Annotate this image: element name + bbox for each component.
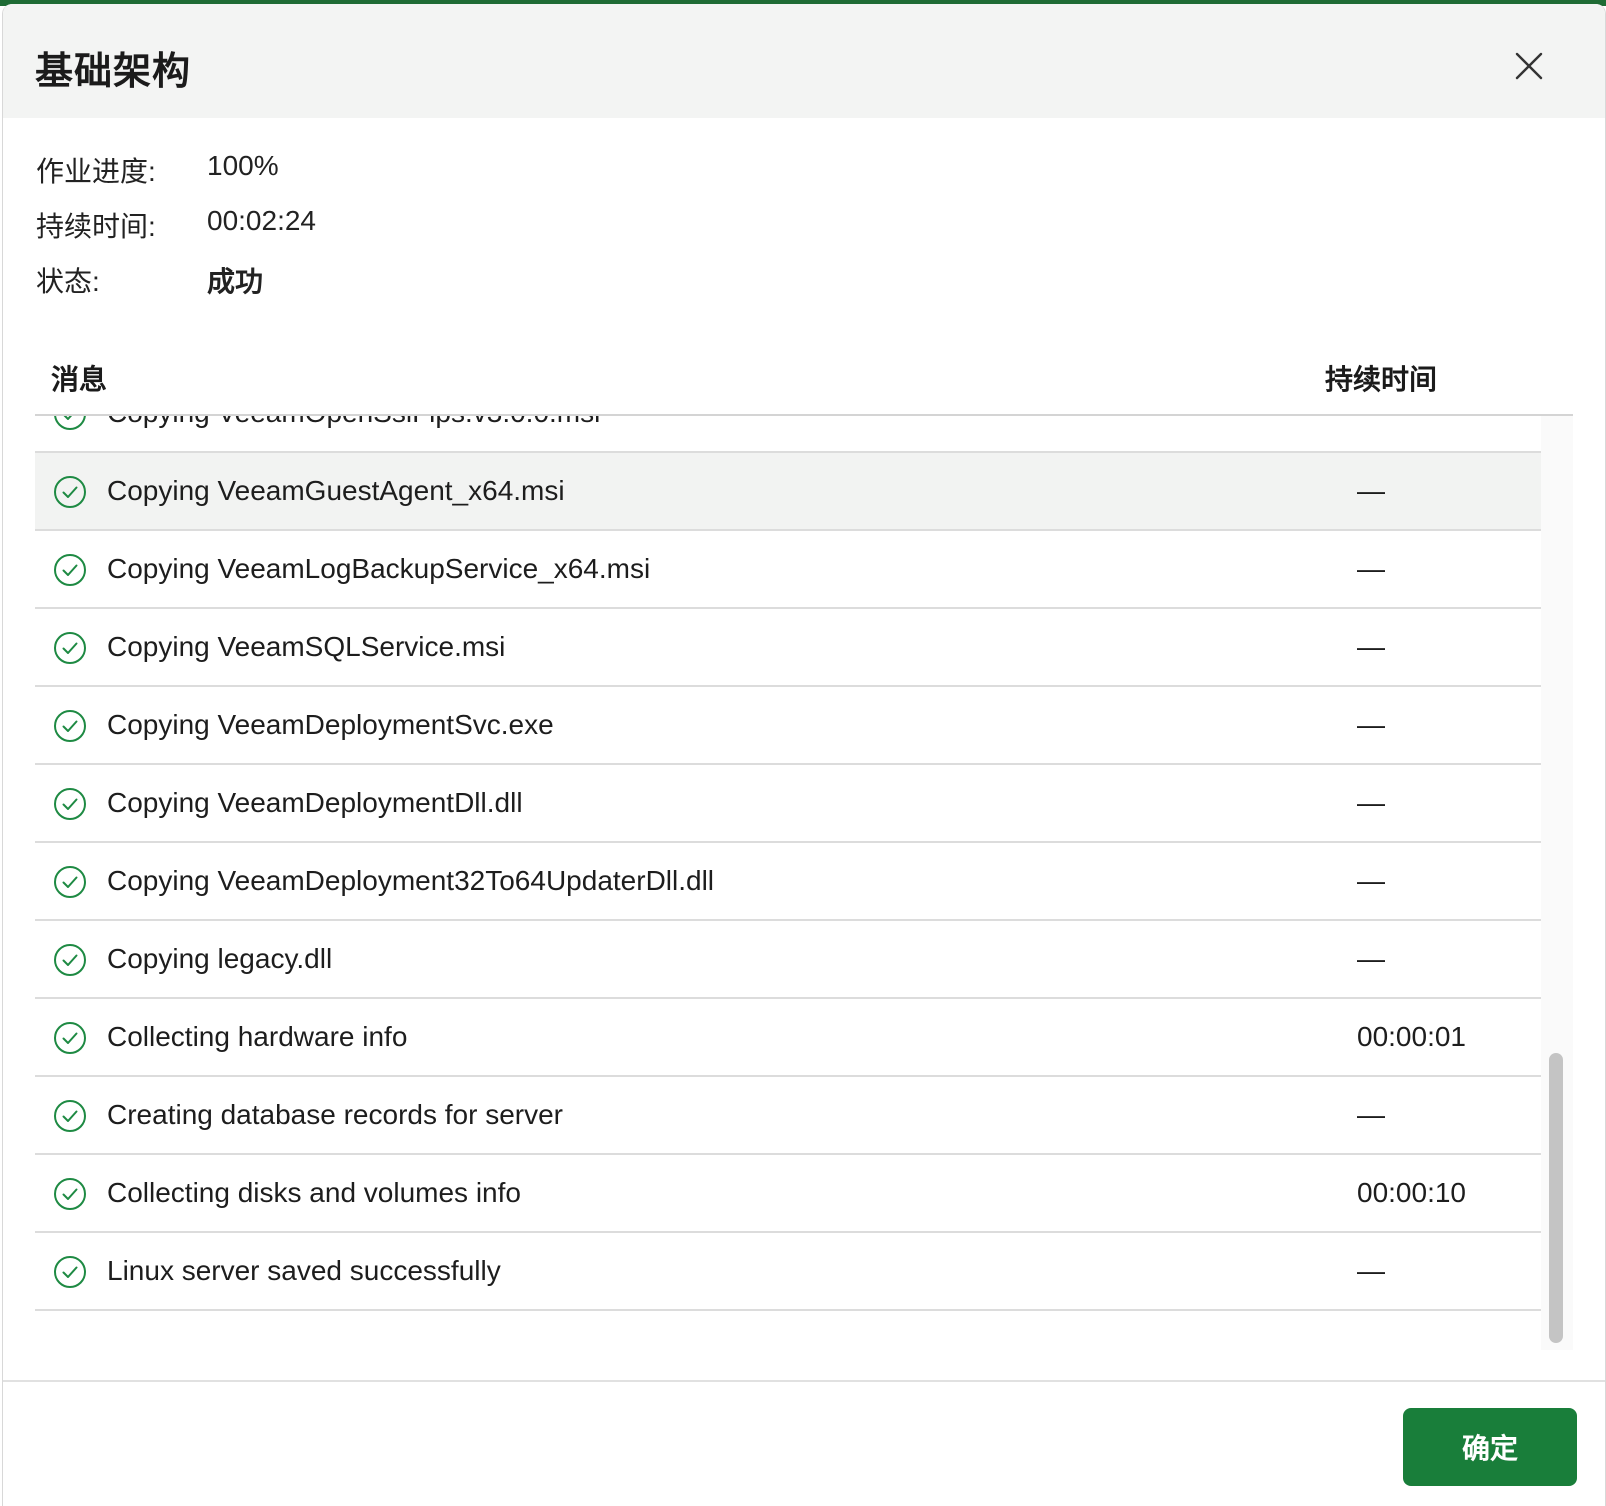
check-circle-icon: [53, 709, 87, 743]
check-circle-icon: [53, 943, 87, 977]
row-duration: —: [1357, 709, 1385, 740]
row-message: Linux server saved successfully: [107, 1255, 501, 1286]
row-duration: —: [1357, 943, 1385, 974]
row-message: Copying VeeamSQLService.msi: [107, 631, 506, 662]
table-row[interactable]: Copying VeeamLogBackupService_x64.msi —: [35, 531, 1541, 609]
status-value: 成功: [207, 266, 264, 297]
table-row[interactable]: Copying VeeamGuestAgent_x64.msi —: [35, 453, 1541, 531]
row-duration: 00:00:10: [1357, 1177, 1466, 1208]
check-circle-icon: [53, 1099, 87, 1133]
table-row[interactable]: Collecting hardware info 00:00:01: [35, 999, 1541, 1077]
table-row[interactable]: Copying VeeamDeployment32To64UpdaterDll.…: [35, 843, 1541, 921]
table-row[interactable]: Collecting disks and volumes info 00:00:1…: [35, 1155, 1541, 1233]
row-duration: —: [1357, 475, 1385, 506]
close-icon[interactable]: [1511, 48, 1547, 84]
row-message: Copying VeeamOpenSslFips.v3.0.0.msi: [107, 416, 600, 429]
row-message: Copying VeeamDeploymentSvc.exe: [107, 709, 554, 740]
column-header-message[interactable]: 消息: [51, 358, 107, 398]
progress-value: 100%: [207, 150, 279, 181]
infrastructure-dialog: 基础架构 作业进度: 100% 持续时间: 00:02:24 状态: 成功 消息…: [2, 4, 1606, 1506]
dialog-title: 基础架构: [35, 51, 192, 93]
row-duration: —: [1357, 631, 1385, 662]
message-list[interactable]: Copying VeeamOpenSslFips.v3.0.0.msi—Copy…: [35, 416, 1541, 1350]
progress-label: 作业进度:: [36, 156, 156, 187]
check-circle-icon: [53, 787, 87, 821]
status-label: 状态:: [36, 266, 100, 297]
row-message: Copying VeeamDeployment32To64UpdaterDll.…: [107, 865, 715, 896]
check-circle-icon: [53, 1021, 87, 1055]
column-header-duration[interactable]: 持续时间: [1325, 358, 1437, 398]
row-message: Collecting hardware info: [107, 1021, 408, 1052]
duration-label: 持续时间:: [36, 211, 156, 242]
row-duration: —: [1357, 1099, 1385, 1130]
row-message: Collecting disks and volumes info: [107, 1177, 521, 1208]
table-row[interactable]: Copying VeeamDeploymentDll.dll —: [35, 765, 1541, 843]
table-row[interactable]: Copying VeeamDeploymentSvc.exe —: [35, 687, 1541, 765]
dialog-header: 基础架构: [3, 4, 1605, 118]
row-duration: —: [1357, 865, 1385, 896]
dialog-footer: 确定: [3, 1380, 1605, 1506]
row-message: Copying VeeamDeploymentDll.dll: [107, 787, 523, 818]
table-header: 消息 持续时间: [35, 334, 1573, 416]
row-message: Creating database records for server: [107, 1099, 563, 1130]
table-row[interactable]: Creating database records for server —: [35, 1077, 1541, 1155]
scrollbar-thumb[interactable]: [1549, 1053, 1563, 1343]
row-message: Copying VeeamGuestAgent_x64.msi: [107, 475, 565, 506]
check-circle-icon: [53, 475, 87, 509]
row-duration: —: [1357, 416, 1385, 429]
table-row[interactable]: Copying legacy.dll —: [35, 921, 1541, 999]
check-circle-icon: [53, 1255, 87, 1289]
row-duration: 00:00:01: [1357, 1021, 1466, 1052]
check-circle-icon: [53, 1177, 87, 1211]
check-circle-icon: [53, 631, 87, 665]
table-row[interactable]: Copying VeeamSQLService.msi —: [35, 609, 1541, 687]
row-duration: —: [1357, 1255, 1385, 1286]
row-duration: —: [1357, 553, 1385, 584]
table-row[interactable]: Linux server saved successfully —: [35, 1233, 1541, 1311]
check-circle-icon: [53, 553, 87, 587]
row-message: Copying VeeamLogBackupService_x64.msi: [107, 553, 651, 584]
check-circle-icon: [53, 416, 87, 431]
row-duration: —: [1357, 787, 1385, 818]
row-message: Copying legacy.dll: [107, 943, 333, 974]
duration-value: 00:02:24: [207, 205, 316, 236]
ok-button[interactable]: 确定: [1403, 1408, 1577, 1486]
check-circle-icon: [53, 865, 87, 899]
table-row[interactable]: Copying VeeamOpenSslFips.v3.0.0.msi —: [35, 416, 1541, 453]
